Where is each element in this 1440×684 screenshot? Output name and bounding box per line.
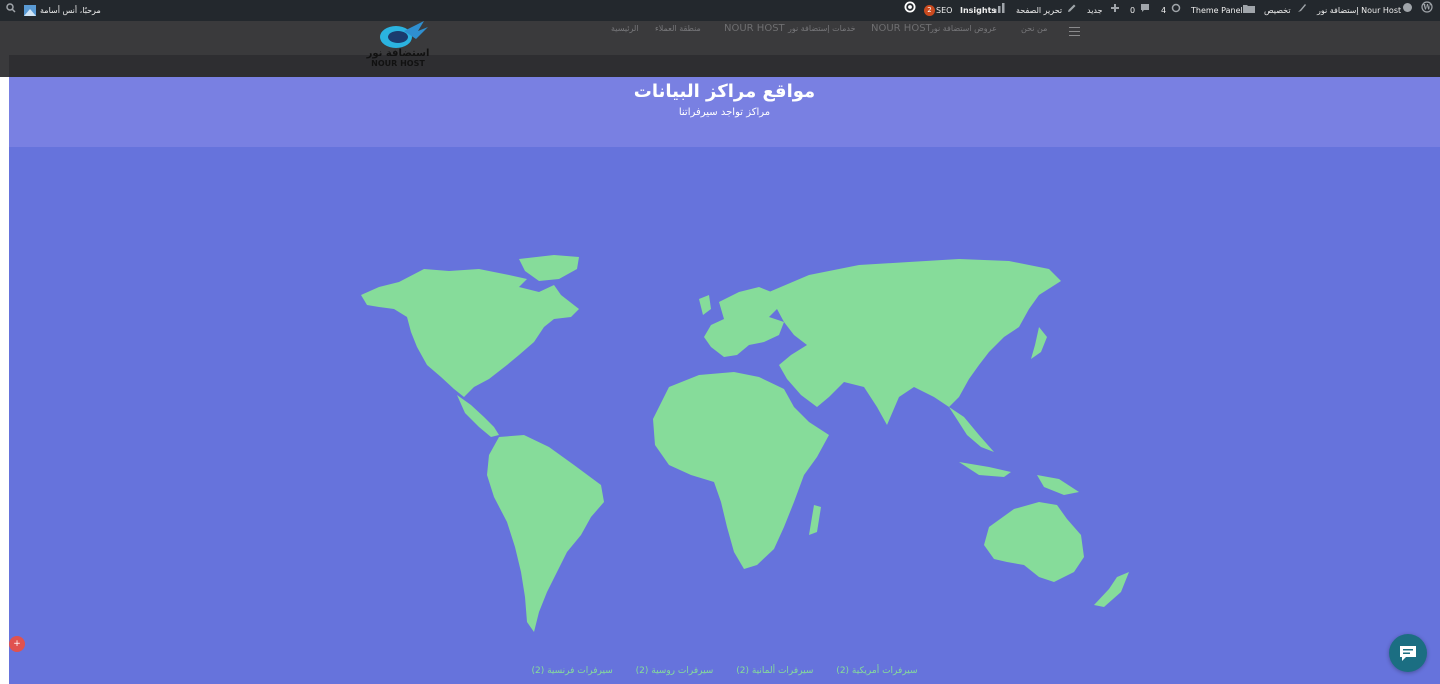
- central-america: [457, 395, 499, 437]
- seo-badge: 2: [924, 0, 935, 21]
- nav-item-offers[interactable]: عروض استضافة نور: [930, 24, 997, 33]
- japan: [1031, 327, 1047, 359]
- site-logo[interactable]: استضافة نور NOUR HOST: [358, 21, 438, 71]
- world-map: [361, 255, 1129, 632]
- refresh-icon[interactable]: [1171, 0, 1181, 21]
- customize-link[interactable]: تخصيص: [1264, 0, 1291, 21]
- uk: [699, 295, 711, 315]
- dashboard-icon[interactable]: [1402, 0, 1413, 21]
- updates-count: 4: [1161, 6, 1167, 15]
- australia: [984, 502, 1084, 582]
- nav-item-clients[interactable]: منطقة العملاء: [655, 24, 701, 33]
- legend-item-russia[interactable]: سيرفرات روسية (2): [636, 666, 714, 676]
- nav-item-nourhost[interactable]: NOUR HOST: [724, 23, 785, 34]
- chat-icon: [1400, 646, 1416, 661]
- plus-icon[interactable]: [1110, 0, 1120, 21]
- admin-bar: W إستضافة نور Nour Host تخصيص Theme Pane…: [0, 0, 1440, 21]
- nav-item-services[interactable]: خدمات إستضافة نور: [788, 24, 856, 33]
- settings-icon[interactable]: [904, 0, 916, 21]
- page-title: مواقع مراكز البيانات: [633, 81, 816, 102]
- avatar[interactable]: [24, 0, 36, 21]
- north-america: [361, 269, 579, 397]
- south-america: [487, 435, 604, 632]
- comments-count: 0: [1130, 6, 1136, 15]
- logo-latin: NOUR HOST: [371, 59, 425, 68]
- legend-item-germany[interactable]: سيرفرات ألمانية (2): [736, 666, 813, 676]
- page-subtitle: مراكز تواجد سيرفراتنا: [678, 107, 771, 118]
- logo-arabic: استضافة نور: [366, 48, 430, 59]
- edit-page-link[interactable]: تحرير الصفحة: [1016, 0, 1062, 21]
- pencil-icon: [1067, 0, 1077, 21]
- folder-icon: [1243, 0, 1255, 21]
- site-header: الرئيسية منطقة العملاء NOUR HOST خدمات إ…: [0, 21, 1440, 77]
- page-banner: مواقع مراكز البيانات مراكز تواجد سيرفرات…: [9, 77, 1440, 147]
- user-greeting[interactable]: مرحبًا، أنس أسامة: [40, 0, 101, 21]
- brush-icon: [1297, 0, 1307, 21]
- search-icon[interactable]: [6, 0, 16, 21]
- nav-item-nourhost-2[interactable]: NOUR HOST: [871, 23, 932, 34]
- wordpress-icon[interactable]: W: [1421, 0, 1433, 21]
- africa: [653, 372, 829, 569]
- new-zealand: [1094, 572, 1129, 607]
- indonesia: [959, 462, 1011, 477]
- new-guinea: [1037, 475, 1079, 495]
- comment-icon[interactable]: [1140, 0, 1150, 21]
- nav-item-about[interactable]: من نحن: [1021, 24, 1047, 33]
- legend-item-usa[interactable]: سيرفرات أمريكية (2): [836, 666, 917, 676]
- southeast-asia: [949, 407, 994, 452]
- madagascar: [809, 505, 821, 535]
- svg-text:W: W: [1422, 3, 1431, 12]
- greenland: [519, 255, 579, 281]
- site-name-link[interactable]: إستضافة نور Nour Host: [1317, 0, 1401, 21]
- menu-icon[interactable]: [1069, 27, 1080, 36]
- header-strip: [9, 55, 1440, 77]
- legend-item-france[interactable]: سيرفرات فرنسية (2): [531, 666, 612, 676]
- theme-panel-link[interactable]: Theme Panel: [1191, 0, 1243, 21]
- nav-item-home[interactable]: الرئيسية: [611, 24, 639, 33]
- map-legend: سيرفرات فرنسية (2) سيرفرات روسية (2) سير…: [9, 666, 1440, 676]
- seo-link[interactable]: SEO: [936, 0, 952, 21]
- datacenter-map-section: سيرفرات فرنسية (2) سيرفرات روسية (2) سير…: [9, 147, 1440, 684]
- insights-link[interactable]: Insights: [960, 0, 996, 21]
- side-widget-toggle[interactable]: +: [9, 636, 25, 652]
- asia: [769, 259, 1061, 425]
- chat-button[interactable]: [1389, 634, 1427, 672]
- new-link[interactable]: جديد: [1087, 0, 1103, 21]
